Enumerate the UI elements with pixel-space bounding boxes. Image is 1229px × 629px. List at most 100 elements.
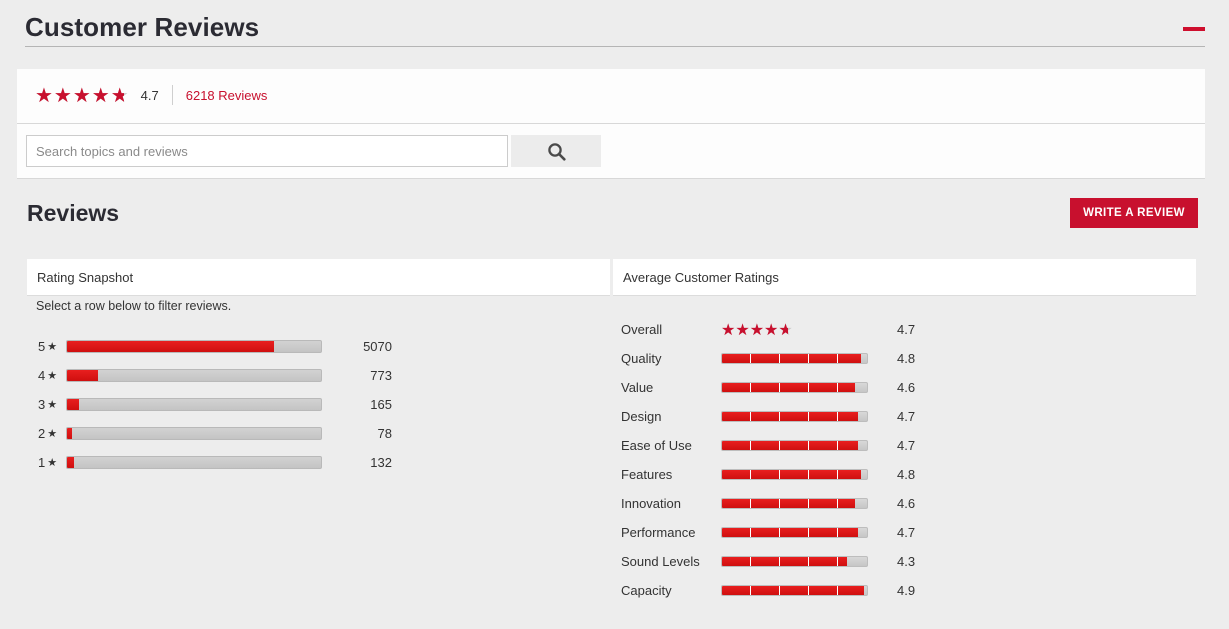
star-fill: ★★★★★ [721,321,789,338]
average-rating-value: 4.7 [897,322,916,337]
average-rating-value: 4.8 [897,351,916,366]
snapshot-row[interactable]: 4 ★ 773 [38,361,392,390]
average-rating-row: Innovation 4.6 [621,489,915,518]
rating-meter-track [721,498,868,509]
snapshot-row-label: 1 ★ [38,455,66,470]
rating-summary-card: ★★★★★ ★★★★★ 4.7 6218 Reviews [17,69,1205,124]
rating-meter-fill [722,470,862,479]
snapshot-row[interactable]: 3 ★ 165 [38,390,392,419]
summary-rating-value: 4.7 [140,87,159,103]
snapshot-bar-fill [67,341,274,352]
average-rating-meter-cell: ★★★★★ ★★★★★ [721,321,897,338]
snapshot-star-number: 1 [38,455,46,470]
rating-meter-track [721,382,868,393]
rating-meter-track [721,440,868,451]
search-input[interactable] [26,135,508,167]
snapshot-row[interactable]: 1 ★ 132 [38,448,392,477]
search-card [17,124,1205,179]
average-rating-row: Performance 4.7 [621,518,915,547]
average-rating-label: Sound Levels [621,554,700,569]
rating-meter-track [721,585,868,596]
average-rating-row: Design 4.7 [621,402,915,431]
summary-star-rating: ★★★★★ ★★★★★ [35,85,130,105]
snapshot-bar-fill [67,457,75,468]
average-rating-meter-cell [721,585,897,596]
average-rating-label: Design [621,409,662,424]
average-rating-value: 4.3 [897,554,916,569]
average-rating-meter-cell [721,527,897,538]
snapshot-row-label: 2 ★ [38,426,66,441]
star-fill: ★★★★★ [35,85,124,105]
average-rating-row: Quality 4.8 [621,344,915,373]
minus-icon[interactable] [1183,24,1205,34]
reviews-heading: Reviews [27,200,120,226]
average-rating-label: Value [621,380,654,395]
write-a-review-button[interactable]: WRITE A REVIEW [1070,198,1198,228]
rating-meter-fill [722,354,862,363]
snapshot-bar-track [66,456,322,469]
rating-meter-track [721,353,868,364]
snapshot-row-count: 132 [370,455,392,470]
average-rating-row: Ease of Use 4.7 [621,431,915,460]
average-rating-value: 4.7 [897,525,916,540]
average-ratings-title: Average Customer Ratings [623,269,779,285]
rating-snapshot-list: 5 ★ 5070 4 ★ 773 3 ★ 165 2 ★ 78 1 ★ 132 [38,332,392,477]
header-divider [25,46,1205,47]
snapshot-bar-fill [67,370,99,381]
snapshot-star-number: 5 [38,339,46,354]
snapshot-row-label: 4 ★ [38,368,66,383]
average-rating-label: Quality [621,351,662,366]
snapshot-row-label: 5 ★ [38,339,66,354]
snapshot-star-number: 4 [38,368,46,383]
snapshot-bar-track [66,340,322,353]
rating-meter-fill [722,441,859,450]
page-header: Customer Reviews [0,0,1229,55]
snapshot-row-count: 5070 [363,339,392,354]
page-title: Customer Reviews [25,12,260,42]
average-rating-value: 4.7 [897,438,916,453]
snapshot-hint: Select a row below to filter reviews. [36,299,232,313]
star-icon: ★ [47,456,58,469]
average-rating-meter-cell [721,411,897,422]
snapshot-bar-track [66,369,322,382]
star-icon: ★ [47,340,58,353]
average-rating-value: 4.9 [897,583,916,598]
average-rating-label: Overall [621,322,663,337]
snapshot-bar-track [66,427,322,440]
snapshot-row-count: 165 [370,397,392,412]
rating-snapshot-panel-header: Rating Snapshot [27,259,610,296]
rating-meter-track [721,527,868,538]
overall-star-rating: ★★★★★ ★★★★★ [721,321,793,338]
summary-divider [171,85,173,105]
search-button[interactable] [511,135,601,167]
rating-meter-track [721,411,868,422]
average-rating-meter-cell [721,382,897,393]
snapshot-bar-fill [67,399,79,410]
average-rating-row: Features 4.8 [621,460,915,489]
average-rating-row: Capacity 4.9 [621,576,915,605]
rating-meter-fill [722,557,847,566]
average-ratings-panel-header: Average Customer Ratings [613,259,1196,296]
rating-meter-track [721,556,868,567]
snapshot-row-label: 3 ★ [38,397,66,412]
star-icon: ★ [47,398,58,411]
average-rating-meter-cell [721,556,897,567]
star-icon: ★ [47,427,58,440]
average-rating-label: Ease of Use [621,438,692,453]
average-rating-meter-cell [721,498,897,509]
snapshot-row-count: 78 [377,426,392,441]
review-count-link[interactable]: 6218 Reviews [186,88,268,103]
snapshot-row[interactable]: 2 ★ 78 [38,419,392,448]
star-icon: ★ [47,369,58,382]
average-rating-meter-cell [721,353,897,364]
average-rating-label: Performance [621,525,696,540]
average-ratings-list: Overall ★★★★★ ★★★★★ 4.7 Quality 4.8 Value 4.6 De… [621,315,915,605]
average-rating-row: Sound Levels 4.3 [621,547,915,576]
average-rating-value: 4.6 [897,380,916,395]
snapshot-star-number: 2 [38,426,46,441]
snapshot-row[interactable]: 5 ★ 5070 [38,332,392,361]
average-rating-meter-cell [721,469,897,480]
rating-meter-fill [722,586,865,595]
average-rating-row: Overall ★★★★★ ★★★★★ 4.7 [621,315,915,344]
average-rating-row: Value 4.6 [621,373,915,402]
